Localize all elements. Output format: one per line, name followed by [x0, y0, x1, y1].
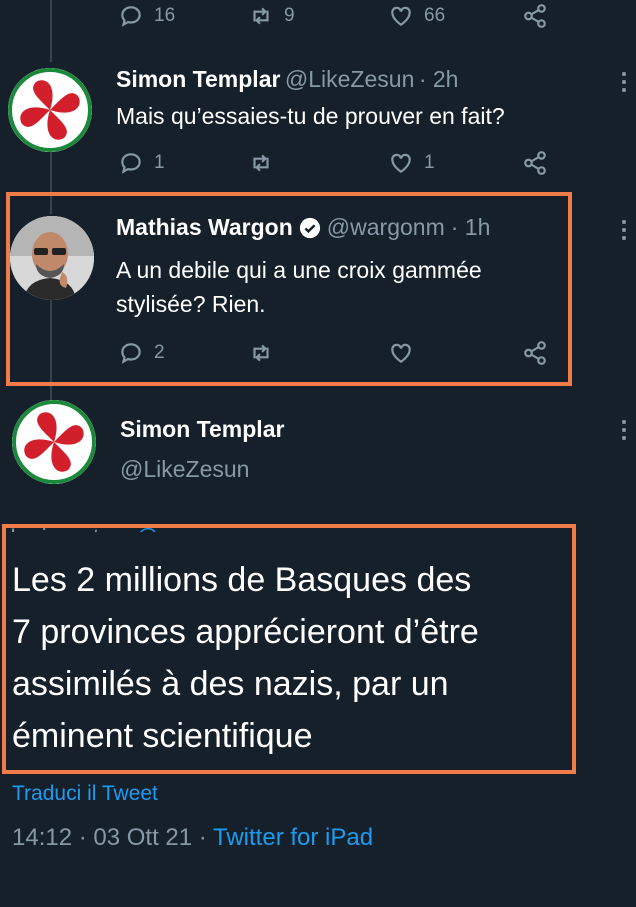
reply-button[interactable]: 2 [118, 340, 165, 366]
like-count: 1 [424, 152, 435, 173]
share-button[interactable] [522, 340, 548, 366]
tweet-text-line-1: A un debile qui a une croix gammée [116, 257, 482, 283]
retweet-button[interactable] [248, 340, 274, 366]
share-button[interactable] [522, 3, 548, 29]
like-button[interactable]: 66 [388, 3, 445, 29]
main-text-line-1: Les 2 millions de Basques des [12, 561, 472, 599]
translate-tweet-link[interactable]: Traduci il Tweet [12, 782, 158, 806]
main-text-line-4: éminent scientifique [12, 717, 313, 755]
main-text-line-2: 7 provinces apprécieront d’être [12, 613, 479, 651]
reply-button[interactable]: 16 [118, 3, 175, 29]
retweet-icon [253, 154, 269, 172]
thread-line-top [50, 0, 52, 62]
reply-count: 2 [154, 342, 165, 363]
heart-icon [391, 153, 411, 173]
more-options-icon[interactable] [622, 72, 628, 92]
share-icon [524, 151, 546, 175]
author-handle[interactable]: @wargonm [327, 214, 445, 241]
avatar-simon-templar[interactable] [12, 400, 96, 484]
share-icon [524, 341, 546, 365]
verified-badge-icon [299, 217, 320, 238]
avatar-simon-templar[interactable] [8, 68, 92, 152]
tweet-source-link[interactable]: Twitter for iPad [213, 824, 373, 851]
reply-icon [121, 343, 141, 364]
tweet-meta: 14:12 · 03 Ott 21 · Twitter for iPad [12, 824, 373, 852]
like-count: 66 [424, 5, 446, 26]
more-options-icon[interactable] [622, 220, 628, 240]
heart-icon [391, 6, 411, 26]
share-button[interactable] [522, 150, 548, 176]
retweet-count: 9 [284, 5, 295, 26]
author-name[interactable]: Mathias Wargon [116, 214, 293, 241]
reply-count: 16 [154, 5, 176, 26]
like-button[interactable]: 1 [388, 150, 435, 176]
like-button[interactable] [388, 340, 414, 366]
share-icon [524, 4, 546, 28]
retweet-button[interactable] [248, 150, 274, 176]
tweet-time[interactable]: · 1h [451, 214, 491, 241]
reply-count: 1 [154, 152, 165, 173]
main-tweet-text: Les 2 millions de Basques des 7 province… [12, 554, 479, 762]
more-options-icon[interactable] [622, 420, 628, 440]
retweet-icon [253, 344, 269, 362]
tweet-text: Mais qu’essaies-tu de prouver en fait? [116, 103, 505, 129]
author-handle[interactable]: @LikeZesun [285, 66, 414, 92]
author-name[interactable]: Simon Templar [116, 66, 280, 92]
avatar-mathias-wargon[interactable] [10, 216, 94, 300]
tweet-time[interactable]: · 2h [419, 66, 459, 92]
tweet-timestamp[interactable]: 14:12 · 03 Ott 21 · [12, 824, 213, 851]
retweet-button[interactable]: 9 [248, 3, 295, 29]
author-name[interactable]: Simon Templar [120, 416, 284, 443]
reply-button[interactable]: 1 [118, 150, 165, 176]
retweet-icon [253, 7, 269, 25]
tweet-text-line-2: stylisée? Rien. [116, 291, 266, 317]
reply-icon [121, 6, 141, 27]
author-handle[interactable]: @LikeZesun [120, 456, 249, 483]
heart-icon [391, 343, 411, 363]
main-text-line-3: assimilés à des nazis, par un [12, 665, 449, 703]
reply-icon [121, 153, 141, 174]
